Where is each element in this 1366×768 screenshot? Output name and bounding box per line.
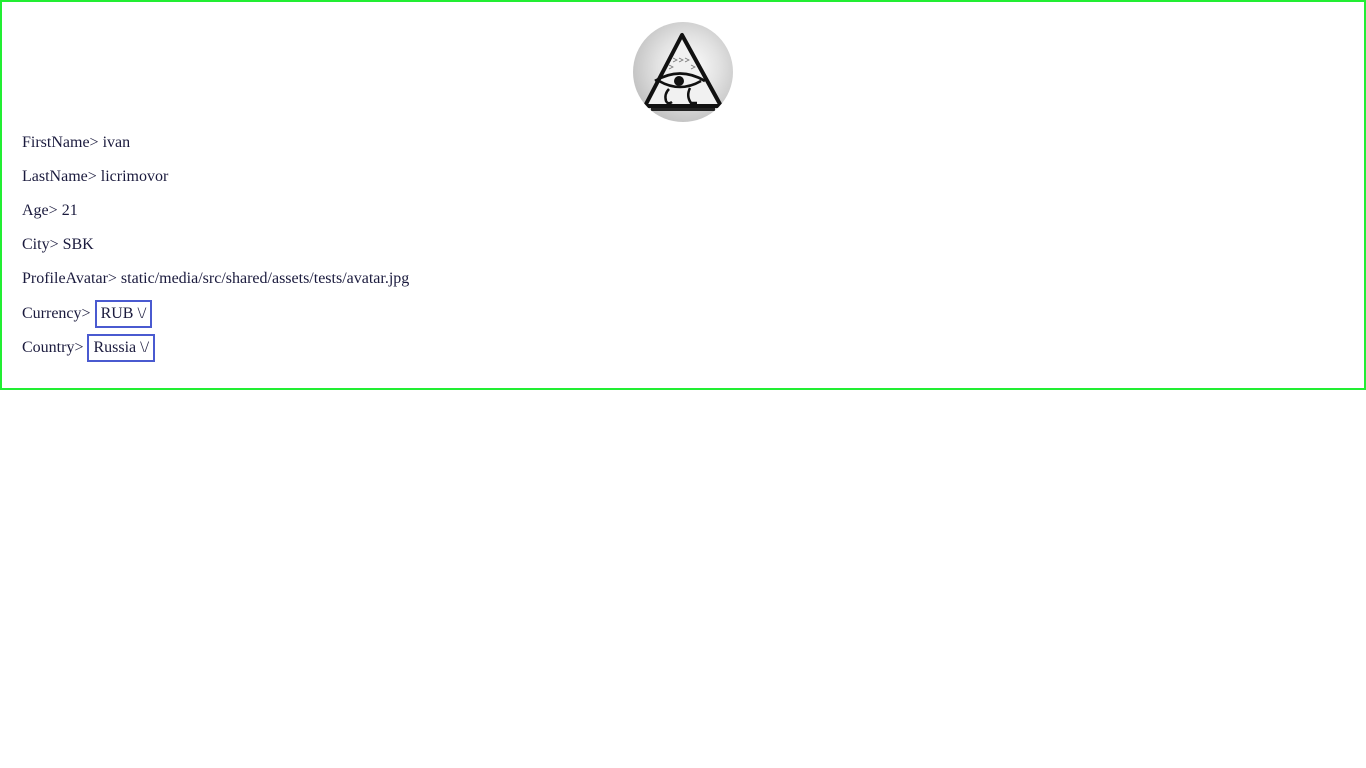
first-name-row: FirstName> ivan: [22, 134, 1344, 152]
first-name-label: FirstName>: [22, 134, 99, 151]
currency-selected-value: RUB: [100, 305, 134, 322]
avatar: [633, 22, 733, 122]
chevron-down-icon: \/: [140, 339, 150, 356]
eye-of-providence-icon: [643, 33, 723, 111]
currency-row: Currency> RUB \/: [22, 300, 1344, 328]
last-name-row: LastName> licrimovor: [22, 168, 1344, 186]
first-name-value: ivan: [102, 134, 131, 151]
age-label: Age>: [22, 202, 58, 219]
avatar-wrapper: [22, 22, 1344, 122]
profile-card: FirstName> ivan LastName> licrimovor Age> 2…: [0, 0, 1366, 390]
city-label: City>: [22, 236, 59, 253]
city-row: City> SBK: [22, 236, 1344, 254]
country-label: Country>: [22, 339, 84, 356]
age-value: 21: [61, 202, 78, 219]
country-select[interactable]: Russia \/: [87, 334, 156, 362]
profile-fields: FirstName> ivan LastName> licrimovor Age> 2…: [22, 134, 1344, 362]
profile-avatar-label: ProfileAvatar>: [22, 270, 117, 287]
country-selected-value: Russia: [93, 339, 137, 356]
last-name-label: LastName>: [22, 168, 97, 185]
country-row: Country> Russia \/: [22, 334, 1344, 362]
profile-avatar-row: ProfileAvatar> static/media/src/shared/as…: [22, 270, 1344, 288]
last-name-value: licrimovor: [100, 168, 169, 185]
age-row: Age> 21: [22, 202, 1344, 220]
city-value: SBK: [62, 236, 94, 253]
currency-label: Currency>: [22, 305, 91, 322]
profile-avatar-value: static/media/src/shared/assets/tests/ava…: [120, 270, 410, 287]
currency-select[interactable]: RUB \/: [94, 300, 153, 328]
chevron-down-icon: \/: [137, 305, 147, 322]
